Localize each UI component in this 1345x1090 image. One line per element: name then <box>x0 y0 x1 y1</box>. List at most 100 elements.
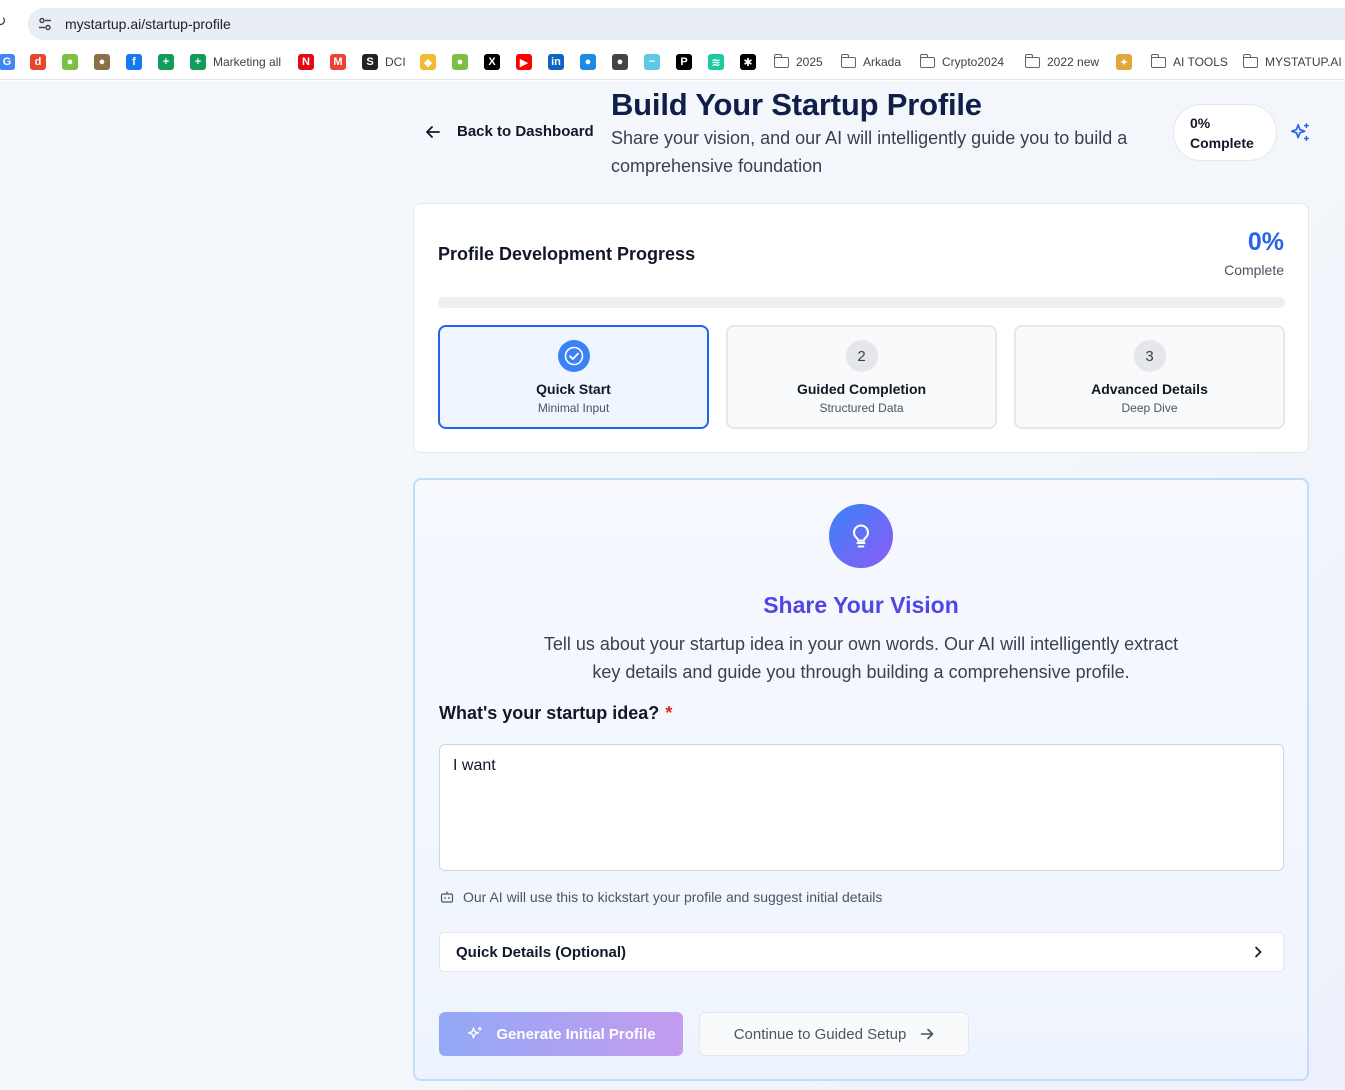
bookmark-14[interactable]: in <box>548 52 564 72</box>
step-2-name: Guided Completion <box>796 381 927 397</box>
bookmarks-bar: Gd ● ● f + + Marketing all N M S DCI ◆ ● X ▶ in ● ● ~ P ≋ ✱ 20… <box>0 44 1345 80</box>
bookmark-19[interactable]: ≋ <box>708 52 724 72</box>
bookmark-24[interactable]: 2022 new <box>1024 52 1100 72</box>
bookmark-6[interactable]: + Marketing all <box>190 52 281 72</box>
quick-details-toggle[interactable]: Quick Details (Optional) <box>439 932 1284 972</box>
google-icon: G <box>0 54 15 70</box>
step-advanced-details[interactable]: 3 Advanced Details Deep Dive <box>1014 325 1285 429</box>
bookmark-9[interactable]: S DCI <box>362 52 406 72</box>
bookmark-15[interactable]: ● <box>580 52 596 72</box>
parrot-icon: ● <box>452 54 468 70</box>
bookmark-2[interactable]: ● <box>62 52 78 72</box>
step-3-marker: 3 <box>1133 340 1166 372</box>
bookmark-label: 2025 <box>796 55 823 69</box>
progress-percent-label: Complete <box>1224 262 1284 278</box>
d-icon: d <box>30 54 46 70</box>
generate-button-label: Generate Initial Profile <box>496 1025 656 1043</box>
bookmark-12[interactable]: X <box>484 52 500 72</box>
bookmark-11[interactable]: ● <box>452 52 468 72</box>
bookmark-label: AI TOOLS <box>1173 55 1228 69</box>
chevron-right-icon <box>1255 946 1262 958</box>
site-settings-icon[interactable] <box>38 17 52 31</box>
bookmark-label: Arkada <box>863 55 902 69</box>
bookmark-1[interactable]: d <box>30 52 46 72</box>
continue-guided-setup-button[interactable]: Continue to Guided Setup <box>699 1012 969 1056</box>
bookmark-25[interactable]: ✦ <box>1116 52 1132 72</box>
sparkles-icon[interactable] <box>1289 122 1311 144</box>
back-to-dashboard-link[interactable]: Back to Dashboard <box>425 123 594 140</box>
pen-icon: P <box>676 54 692 70</box>
bookmark-8[interactable]: M <box>330 52 346 72</box>
page-title: Build Your Startup Profile <box>611 87 982 122</box>
app-icon: ● <box>580 54 596 70</box>
step-1-marker <box>557 340 590 372</box>
browser-address-row: ↻ mystartup.ai/startup-profile <box>0 0 1345 44</box>
youtube-icon: ▶ <box>516 54 532 70</box>
binance-icon: ◆ <box>420 54 436 70</box>
step-quick-start[interactable]: Quick Start Minimal Input <box>438 325 709 429</box>
bookmark-18[interactable]: P <box>676 52 692 72</box>
step-3-name: Advanced Details <box>1091 381 1208 397</box>
back-label: Back to Dashboard <box>457 123 594 140</box>
bookmark-label: Crypto2024 <box>942 55 1005 69</box>
folder-icon <box>840 53 856 68</box>
address-bar[interactable]: mystartup.ai/startup-profile <box>28 8 1345 40</box>
bookmark-23[interactable]: Crypto2024 <box>919 52 1005 72</box>
bookmark-label: 2022 new <box>1047 55 1100 69</box>
bookmark-10[interactable]: ◆ <box>420 52 436 72</box>
bookmark-5[interactable]: + <box>158 52 174 72</box>
bookmark-16[interactable]: ● <box>612 52 628 72</box>
sheets-icon: + <box>190 54 206 70</box>
bookmark-27[interactable]: MYSTATUP.AI <box>1242 52 1342 72</box>
bookmark-26[interactable]: AI TOOLS <box>1150 52 1228 72</box>
step-2-sub: Structured Data <box>819 401 904 415</box>
sheets-icon: + <box>158 54 174 70</box>
bookmark-13[interactable]: ▶ <box>516 52 532 72</box>
progress-title: Profile Development Progress <box>438 244 696 264</box>
folder-icon <box>1024 53 1040 68</box>
required-marker: * <box>665 703 673 723</box>
vision-title: Share Your Vision <box>763 592 959 618</box>
generate-initial-profile-button[interactable]: Generate Initial Profile <box>439 1012 683 1056</box>
facebook-icon: f <box>126 54 142 70</box>
parrot-icon: ● <box>62 54 78 70</box>
bookmark-21[interactable]: 2025 <box>773 52 823 72</box>
step-2-marker: 2 <box>845 340 878 372</box>
bookmark-20[interactable]: ✱ <box>740 52 756 72</box>
bookmark-0[interactable]: G <box>0 52 15 72</box>
bookmark-3[interactable]: ● <box>94 52 110 72</box>
progress-card: Profile Development Progress 0% Complete… <box>413 203 1309 453</box>
robot-icon <box>440 891 454 903</box>
startup-profile-page: Back to Dashboard Build Your Startup Pro… <box>0 81 1345 1090</box>
continue-button-label: Continue to Guided Setup <box>733 1025 907 1043</box>
x-icon: X <box>484 54 500 70</box>
url-text[interactable]: mystartup.ai/startup-profile <box>65 16 231 32</box>
bookmark-17[interactable]: ~ <box>644 52 660 72</box>
step-1-name: Quick Start <box>536 381 611 397</box>
stripes-icon: ≋ <box>708 54 724 70</box>
check-circle-icon <box>564 346 583 366</box>
netflix-icon: N <box>298 54 314 70</box>
page-subtitle: Share your vision, and our AI will intel… <box>611 128 1128 176</box>
progress-steps: Quick Start Minimal Input 2 Guided Compl… <box>438 325 1285 429</box>
puzzle-icon: ✱ <box>740 54 756 70</box>
linkedin-icon: in <box>548 54 564 70</box>
startup-idea-input[interactable]: I want <box>439 744 1284 871</box>
folder-icon <box>773 53 789 68</box>
gmail-icon: M <box>330 54 346 70</box>
bookmark-label: Marketing all <box>213 55 282 69</box>
bookmark-label: DCI <box>385 55 406 69</box>
step-1-sub: Minimal Input <box>537 401 610 415</box>
bookmark-22[interactable]: Arkada <box>840 52 902 72</box>
reload-icon[interactable]: ↻ <box>0 14 8 30</box>
step-guided-completion[interactable]: 2 Guided Completion Structured Data <box>726 325 997 429</box>
bookmark-label: MYSTATUP.AI <box>1265 55 1342 69</box>
startup-idea-question: What's your startup idea? <box>439 703 660 723</box>
lightbulb-badge <box>829 504 893 568</box>
completion-pill-pct: 0% <box>1190 115 1211 131</box>
arrow-left-icon <box>426 125 440 138</box>
progress-percent: 0% <box>1247 228 1284 256</box>
bookmark-7[interactable]: N <box>298 52 314 72</box>
bookmark-4[interactable]: f <box>126 52 142 72</box>
vision-description: Tell us about your startup idea in your … <box>543 634 1179 682</box>
